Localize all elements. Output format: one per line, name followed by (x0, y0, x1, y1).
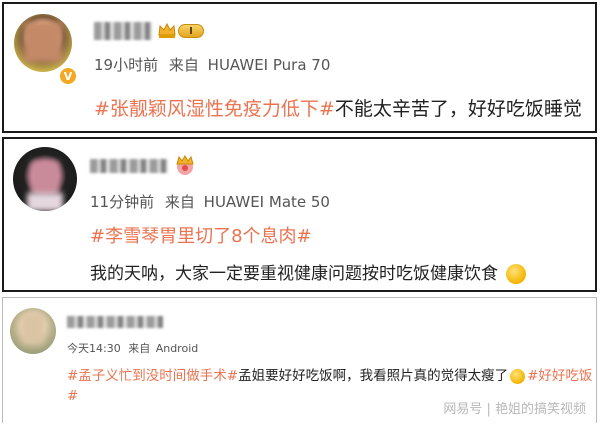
post-time: 今天14:30 (67, 342, 121, 355)
smile-emoji-icon (510, 368, 526, 384)
post-body: 孟姐要好好吃饭啊，我看照片真的觉得太瘦了 (238, 368, 509, 384)
hashtag-line: #李雪琴胃里切了8个息肉# (90, 222, 312, 248)
hashtag-link[interactable]: #张靓颖风湿性免疫力低下# (94, 98, 335, 120)
username[interactable] (67, 316, 163, 328)
vip-crown-icon (174, 154, 196, 176)
post-text: #孟子义忙到没时间做手术#孟姐要好好吃饭啊，我看照片真的觉得太瘦了 #好好吃饭 (67, 364, 592, 384)
level-badge-icon: I (178, 24, 204, 38)
hashtag-link[interactable]: #孟子义忙到没时间做手术# (67, 368, 238, 384)
post-meta: 11分钟前 来自 HUAWEI Mate 50 (90, 191, 330, 212)
post-body: 不能太辛苦了，好好吃饭睡觉 (334, 98, 582, 120)
username[interactable] (94, 22, 152, 40)
post-text: #张靓颖风湿性免疫力低下#不能太辛苦了，好好吃饭睡觉 (94, 94, 582, 121)
device-name: Android (155, 342, 199, 355)
hashtag-link[interactable]: #李雪琴胃里切了8个息肉# (90, 226, 312, 247)
from-label: 来自 (164, 193, 195, 211)
hashtag-link-2-end[interactable]: # (67, 388, 78, 404)
avatar[interactable] (10, 308, 56, 354)
hashtag-link-2[interactable]: #好好吃饭 (527, 368, 592, 384)
username[interactable] (90, 159, 168, 173)
verified-v-icon: V (58, 66, 78, 86)
comment-card-1: V I 19小时前 来自 HUAWEI Pura 70 #张靓颖风湿性免疫力低下… (2, 2, 597, 133)
post-meta: 今天14:30 来自 Android (67, 340, 198, 356)
from-label: 来自 (128, 342, 151, 355)
post-text-cont: # (67, 388, 78, 404)
from-label: 来自 (168, 56, 199, 74)
comment-card-2: 11分钟前 来自 HUAWEI Mate 50 #李雪琴胃里切了8个息肉# 我的… (2, 137, 597, 292)
sweat-emoji-icon (506, 264, 527, 284)
comment-card-3: 今天14:30 来自 Android #孟子义忙到没时间做手术#孟姐要好好吃饭啊… (2, 297, 597, 423)
watermark: 网易号 | 艳姐的搞笑视频 (443, 402, 586, 417)
post-time: 19小时前 (94, 56, 159, 74)
device-name: HUAWEI Mate 50 (203, 193, 330, 211)
post-time: 11分钟前 (90, 193, 155, 211)
vip-crown-icon (157, 21, 177, 39)
post-text: 我的天呐，大家一定要重视健康问题按时吃饭健康饮食 (90, 259, 527, 284)
device-name: HUAWEI Pura 70 (207, 56, 331, 74)
post-meta: 19小时前 来自 HUAWEI Pura 70 (94, 54, 330, 75)
avatar[interactable] (14, 14, 72, 72)
avatar[interactable] (13, 147, 77, 211)
post-body: 我的天呐，大家一定要重视健康问题按时吃饭健康饮食 (90, 264, 498, 284)
